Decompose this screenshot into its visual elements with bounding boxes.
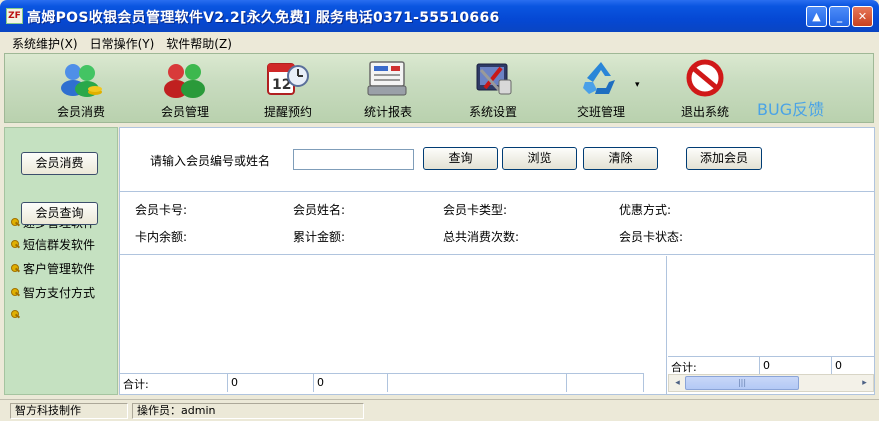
totals-label: 合计: [668,357,760,375]
totals-label: 合计: [120,374,228,392]
browse-button[interactable]: 浏览 [502,147,577,170]
key-icon [11,310,20,320]
clear-button[interactable]: 清除 [583,147,658,170]
totals-value [388,374,567,392]
minimize-restore-icon[interactable]: ▲ [806,6,827,27]
member-name-label: 会员姓名: [293,203,346,217]
key-icon [11,218,20,228]
sidebar-link-sms[interactable]: 短信群发软件 [11,236,95,253]
toolbar-member-manage-button[interactable]: 会员管理 [137,58,233,122]
window-title: 高姆POS收银会员管理软件V2.2[永久免费] 服务电话0371-5551066… [27,10,500,26]
sidebar-link-payment[interactable]: 智方支付方式 [11,284,95,301]
key-icon [11,240,20,250]
minimize-icon[interactable]: _ [829,6,850,27]
consumption-grid-totals: 合计: 0 0 [120,373,644,392]
key-icon [11,288,20,298]
detail-grid[interactable]: 合计: 0 0 ◂ ||| ▸ [668,256,874,394]
dropdown-arrow-icon[interactable]: ▾ [635,80,640,90]
card-number-label: 会员卡号: [135,203,188,217]
toolbar-reminder-button[interactable]: 12 提醒预约 [240,58,336,122]
scroll-right-icon[interactable]: ▸ [857,376,872,390]
calendar-clock-icon: 12 [266,58,310,98]
toolbar-label: 退出系统 [680,105,729,119]
scroll-left-icon[interactable]: ◂ [670,376,685,390]
total-consume-count-label: 总共消费次数: [443,230,520,244]
main-panel: 请输入会员编号或姓名 查询 浏览 清除 添加会员 会员卡号: 会员姓名: 会员卡… [119,127,875,395]
totals-value: 0 [314,374,388,392]
card-balance-label: 卡内余额: [135,230,188,244]
app-icon: ZF [6,8,23,24]
main-toolbar: 会员消费 会员管理 12 提醒预约 统计报表 系统设置 交班管理 ▾ 退出系统 … [4,53,874,123]
toolbar-label: 会员消费 [56,105,105,119]
toolbar-label: 统计报表 [363,105,412,119]
toolbar-system-settings-button[interactable]: 系统设置 [445,58,541,122]
discount-method-label: 优惠方式: [619,203,672,217]
sidebar-member-consume-button[interactable]: 会员消费 [21,152,98,175]
cash-register-icon [366,58,410,98]
search-label: 请输入会员编号或姓名 [150,154,271,168]
title-bar: ZF 高姆POS收银会员管理软件V2.2[永久免费] 服务电话0371-5551… [0,0,879,32]
toolbar-label: 会员管理 [160,105,209,119]
add-member-button[interactable]: 添加会员 [686,147,762,170]
sidebar-link-crm[interactable]: 客户管理软件 [11,260,95,277]
status-bar: 智方科技制作 操作员：admin [0,399,879,421]
window-controls: ▲ _ ✕ [806,6,873,27]
toolbar-shift-manage-button[interactable]: 交班管理 ▾ [553,58,649,122]
bug-feedback-link[interactable]: BUG反馈 [757,96,824,120]
menu-system-maintenance[interactable]: 系统维护(X) [6,32,84,52]
totals-value: 0 [228,374,314,392]
toolbar-label: 系统设置 [468,105,517,119]
exit-no-icon [683,58,727,98]
accumulated-amount-label: 累计金额: [293,230,346,244]
toolbar-statistics-button[interactable]: 统计报表 [340,58,436,122]
card-type-label: 会员卡类型: [443,203,508,217]
totals-value: 0 [760,357,832,375]
toolbar-exit-button[interactable]: 退出系统 [657,58,753,122]
search-input[interactable] [293,149,414,170]
member-info-panel: 会员卡号: 会员姓名: 会员卡类型: 优惠方式: 卡内余额: 累计金额: 总共消… [120,191,874,255]
sidebar-link-empty[interactable] [11,308,23,322]
card-status-label: 会员卡状态: [619,230,684,244]
consumption-grid[interactable]: 合计: 0 0 [120,256,667,394]
status-company: 智方科技制作 [10,403,128,419]
horizontal-scrollbar[interactable]: ◂ ||| ▸ [668,374,874,392]
toolbar-label: 提醒预约 [263,105,312,119]
menu-software-help[interactable]: 软件帮助(Z) [160,32,238,52]
settings-tools-icon [471,58,515,98]
people-icon [163,58,207,98]
query-button[interactable]: 查询 [423,147,498,170]
detail-grid-totals: 合计: 0 0 [668,356,874,375]
status-operator: 操作员：admin [132,403,364,419]
scroll-thumb[interactable]: ||| [685,376,799,390]
toolbar-label: 交班管理 [576,105,625,119]
menu-bar: 系统维护(X) 日常操作(Y) 软件帮助(Z) [0,32,879,52]
totals-value: 0 [835,359,842,372]
left-sidebar: 速多管理软件 会员消费 会员查询 短信群发软件 客户管理软件 智方支付方式 [4,127,118,395]
close-icon[interactable]: ✕ [852,6,873,27]
sidebar-member-query-button[interactable]: 会员查询 [21,202,98,225]
totals-value [567,374,644,392]
key-icon [11,264,20,274]
users-coins-icon [59,58,103,98]
menu-daily-operations[interactable]: 日常操作(Y) [84,32,161,52]
toolbar-member-consume-button[interactable]: 会员消费 [33,58,129,122]
recycle-icon [579,58,623,98]
